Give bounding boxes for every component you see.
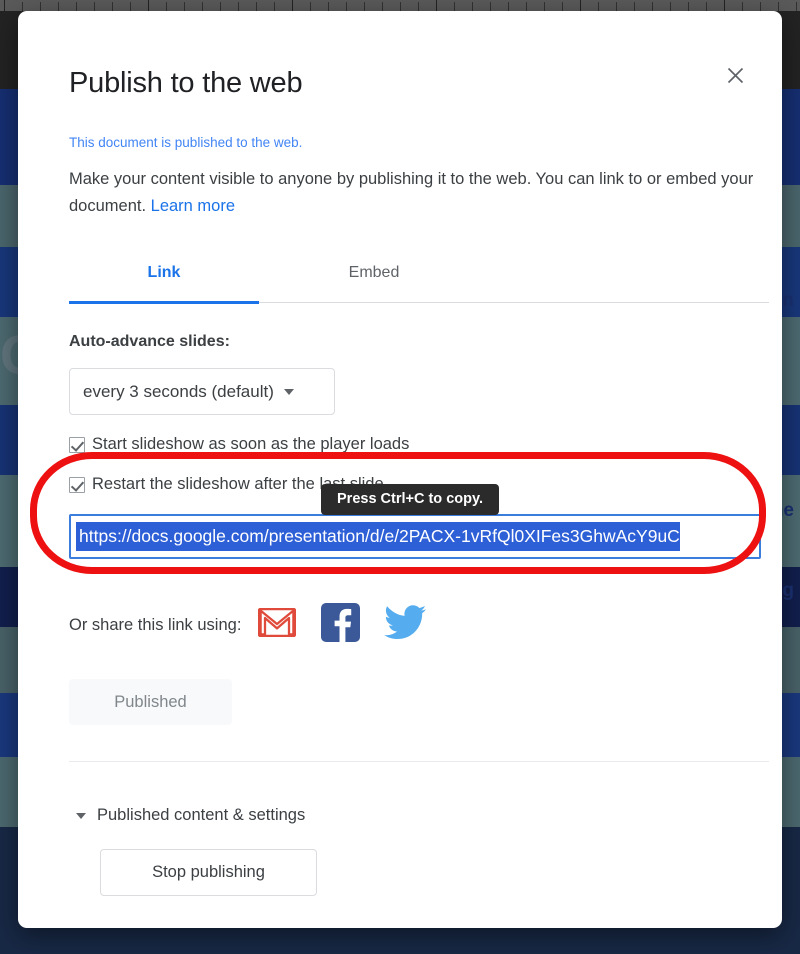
checkbox-start-slideshow-label: Start slideshow as soon as the player lo… xyxy=(92,435,410,453)
close-button[interactable] xyxy=(718,61,752,95)
auto-advance-label: Auto-advance slides: xyxy=(69,333,230,350)
published-content-settings-toggle[interactable]: Published content & settings xyxy=(76,806,305,825)
tab-embed[interactable]: Embed xyxy=(279,261,469,303)
stop-publishing-button[interactable]: Stop publishing xyxy=(100,849,317,896)
auto-advance-interval-value: every 3 seconds (default) xyxy=(83,381,274,401)
tab-link[interactable]: Link xyxy=(69,261,259,304)
section-divider xyxy=(69,761,769,762)
published-url-value: https://docs.google.com/presentation/d/e… xyxy=(76,522,680,551)
tab-link-label: Link xyxy=(147,264,181,281)
copy-tooltip: Press Ctrl+C to copy. xyxy=(321,484,499,515)
published-url-input[interactable]: https://docs.google.com/presentation/d/e… xyxy=(69,514,761,559)
twitter-icon[interactable] xyxy=(384,604,427,646)
facebook-icon[interactable] xyxy=(321,603,361,647)
close-icon xyxy=(727,67,744,89)
share-row: Or share this link using: xyxy=(69,603,427,647)
tab-active-indicator xyxy=(69,301,259,304)
publish-to-web-dialog: Publish to the web This document is publ… xyxy=(18,11,782,928)
auto-advance-interval-select[interactable]: every 3 seconds (default) xyxy=(69,368,335,415)
tab-embed-label: Embed xyxy=(348,264,400,281)
checkbox-start-slideshow-box[interactable] xyxy=(69,436,85,453)
learn-more-link[interactable]: Learn more xyxy=(151,197,235,215)
published-button[interactable]: Published xyxy=(69,679,232,725)
share-label: Or share this link using: xyxy=(69,615,242,634)
published-status-notice: This document is published to the web. xyxy=(69,135,303,150)
gmail-icon[interactable] xyxy=(258,607,297,642)
chevron-down-icon xyxy=(283,388,294,395)
checkbox-start-slideshow[interactable]: Start slideshow as soon as the player lo… xyxy=(69,435,409,454)
caret-down-icon xyxy=(76,812,86,819)
checkbox-restart-slideshow-box[interactable] xyxy=(69,476,85,493)
dialog-description: Make your content visible to anyone by p… xyxy=(69,166,759,220)
published-content-settings-label: Published content & settings xyxy=(97,806,306,824)
tab-bar: Link Embed xyxy=(69,261,769,304)
page-title: Publish to the web xyxy=(69,67,303,100)
